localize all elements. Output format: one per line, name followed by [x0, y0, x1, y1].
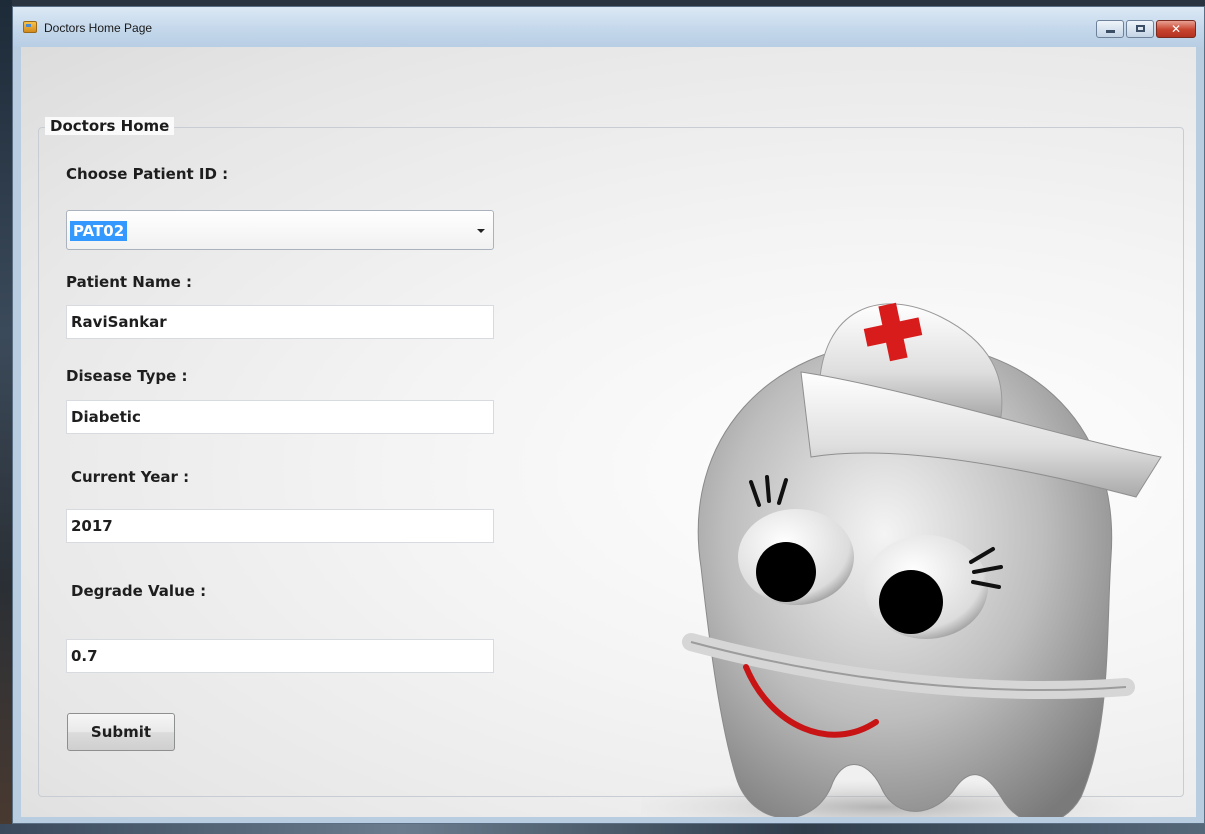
title-bar[interactable]: Doctors Home Page ✕ [13, 7, 1204, 47]
current-year-input[interactable] [66, 509, 494, 543]
degrade-value-label: Degrade Value : [71, 582, 207, 600]
degrade-value-input[interactable] [66, 639, 494, 673]
mascot-right-pupil [879, 570, 943, 634]
patient-id-combobox[interactable]: PAT02 [66, 210, 494, 250]
window-icon [23, 21, 37, 33]
caption-buttons: ✕ [1096, 20, 1196, 38]
mascot-left-pupil [756, 542, 816, 602]
minimize-button[interactable] [1096, 20, 1124, 38]
patient-name-input[interactable] [66, 305, 494, 339]
desktop-background-bottom [0, 824, 1205, 834]
patient-name-label: Patient Name : [66, 273, 192, 291]
disease-type-input[interactable] [66, 400, 494, 434]
maximize-icon [1136, 25, 1145, 32]
minimize-icon [1106, 30, 1115, 33]
window-title: Doctors Home Page [44, 21, 153, 35]
nurse-tooth-mascot [641, 302, 1162, 817]
app-window: Doctors Home Page ✕ Doctors Home Choose … [12, 6, 1205, 824]
form-client-area: Doctors Home Choose Patient ID : PAT02 P… [21, 47, 1196, 817]
maximize-button[interactable] [1126, 20, 1154, 38]
current-year-label: Current Year : [71, 468, 190, 486]
patient-id-selected-value: PAT02 [70, 221, 128, 241]
submit-button[interactable]: Submit [67, 713, 175, 751]
chevron-down-icon[interactable] [477, 229, 485, 233]
desktop-background-left [0, 0, 12, 834]
patient-id-label: Choose Patient ID : [66, 165, 229, 183]
disease-type-label: Disease Type : [66, 367, 188, 385]
groupbox-legend: Doctors Home [45, 117, 175, 135]
close-icon: ✕ [1170, 22, 1182, 36]
close-button[interactable]: ✕ [1156, 20, 1196, 38]
